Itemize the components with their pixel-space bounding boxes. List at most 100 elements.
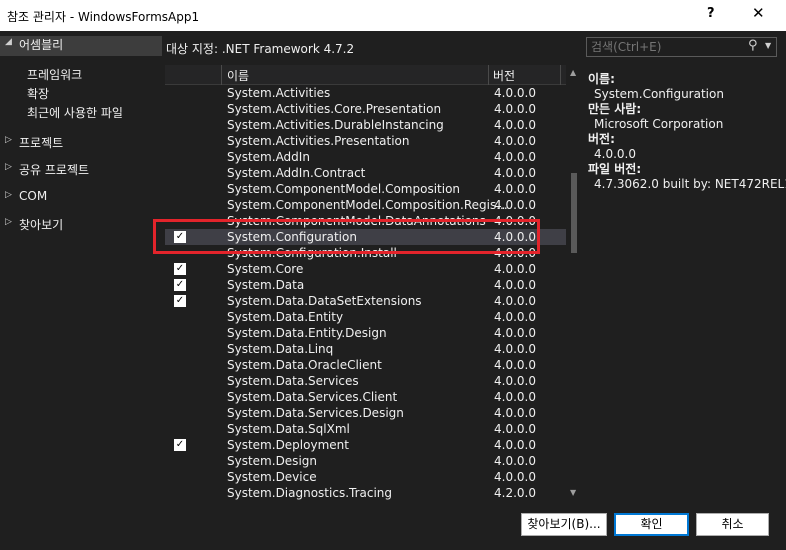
detail-version-value: 4.0.0.0 [594, 147, 636, 161]
reference-row[interactable]: System.AddIn.Contract 4.0.0.0 [165, 165, 566, 181]
search-box[interactable]: ⚲ ▼ [586, 37, 777, 57]
reference-version: 4.0.0.0 [494, 310, 536, 324]
nav-item-label: 프로젝트 [19, 136, 64, 150]
reference-version: 4.0.0.0 [494, 422, 536, 436]
collapsed-arrow-icon: ▷ [5, 217, 12, 227]
reference-version: 4.0.0.0 [494, 86, 536, 100]
reference-row[interactable]: ✓ System.Core 4.0.0.0 [165, 261, 566, 277]
reference-name: System.Data.Services [227, 374, 359, 388]
chevron-down-icon[interactable]: ▼ [765, 41, 771, 50]
include-checkbox[interactable]: ✓ [174, 295, 186, 307]
column-header-version[interactable]: 버전 [493, 67, 515, 84]
reference-version: 4.0.0.0 [494, 406, 536, 420]
reference-name: System.Data.Linq [227, 342, 334, 356]
list-scrollbar[interactable]: ▲ ▼ [566, 65, 582, 502]
scroll-thumb[interactable] [571, 173, 577, 253]
reference-list[interactable]: 이름 버전 System.Activities 4.0.0.0 System.Act… [165, 65, 566, 502]
reference-version: 4.0.0.0 [494, 326, 536, 340]
reference-row[interactable]: System.Diagnostics.Tracing 4.2.0.0 [165, 485, 566, 501]
reference-name: System.Activities.Core.Presentation [227, 102, 442, 116]
target-framework-label: 대상 지정: .NET Framework 4.7.2 [166, 42, 355, 56]
reference-row[interactable]: System.Activities.Presentation 4.0.0.0 [165, 133, 566, 149]
nav-item-label: 어셈블리 [19, 38, 64, 52]
nav-item-label: 찾아보기 [19, 218, 64, 232]
reference-row[interactable]: System.Data.Services 4.0.0.0 [165, 373, 566, 389]
reference-row[interactable]: System.Activities.DurableInstancing 4.0.0… [165, 117, 566, 133]
reference-row[interactable]: System.Data.Services.Client 4.0.0.0 [165, 389, 566, 405]
column-header-name[interactable]: 이름 [227, 67, 249, 84]
column-divider[interactable] [221, 65, 222, 85]
detail-file-version-label: 파일 버전: [588, 162, 642, 176]
reference-name: System.Data.SqlXml [227, 422, 350, 436]
reference-name: System.Device [227, 470, 317, 484]
reference-row[interactable]: ✓ System.Data 4.0.0.0 [165, 277, 566, 293]
expanded-arrow-icon: ◢ [5, 37, 12, 47]
reference-version: 4.0.0.0 [494, 342, 536, 356]
ok-button[interactable]: 확인 [614, 513, 689, 536]
reference-row[interactable]: System.Data.OracleClient 4.0.0.0 [165, 357, 566, 373]
reference-row[interactable]: System.Data.SqlXml 4.0.0.0 [165, 421, 566, 437]
detail-file-version-value: 4.7.3062.0 built by: NET472REL1 [594, 177, 786, 191]
reference-row[interactable]: ✓ System.Deployment 4.0.0.0 [165, 437, 566, 453]
cancel-button[interactable]: 취소 [696, 513, 769, 536]
collapsed-arrow-icon: ▷ [5, 162, 12, 172]
reference-row[interactable]: System.Design 4.0.0.0 [165, 453, 566, 469]
reference-version: 4.0.0.0 [494, 182, 536, 196]
close-button[interactable]: ✕ [752, 4, 765, 22]
detail-name-value: System.Configuration [594, 87, 724, 101]
reference-row[interactable]: System.ComponentModel.Composition.Regis.… [165, 197, 566, 213]
detail-author-value: Microsoft Corporation [594, 117, 724, 131]
scroll-down-icon[interactable]: ▼ [570, 488, 576, 497]
include-checkbox[interactable]: ✓ [174, 279, 186, 291]
reference-name: System.Activities [227, 86, 331, 100]
reference-version: 4.0.0.0 [494, 374, 536, 388]
reference-row[interactable]: System.ComponentModel.Composition 4.0.0.0 [165, 181, 566, 197]
nav-item-label: COM [19, 189, 48, 203]
include-checkbox[interactable]: ✓ [174, 263, 186, 275]
help-button[interactable]: ? [707, 6, 715, 21]
search-icon[interactable]: ⚲ [748, 38, 758, 53]
nav-item-extensions[interactable]: 확장 [27, 85, 49, 102]
reference-version: 4.0.0.0 [494, 198, 536, 212]
left-navigation: ◢ 어셈블리 프레임워크 확장 최근에 사용한 파일 ▷ 프로젝트 ▷ 공유 프… [0, 31, 162, 507]
nav-item-framework[interactable]: 프레임워크 [27, 66, 82, 83]
reference-version: 4.2.0.0 [494, 486, 536, 500]
reference-version: 4.0.0.0 [494, 294, 536, 308]
reference-row[interactable]: System.AddIn 4.0.0.0 [165, 149, 566, 165]
footer: 찾아보기(B)... 확인 취소 [0, 507, 786, 550]
reference-row[interactable]: ✓ System.Data.DataSetExtensions 4.0.0.0 [165, 293, 566, 309]
reference-version: 4.0.0.0 [494, 358, 536, 372]
reference-name: System.Activities.DurableInstancing [227, 118, 444, 132]
list-header: 이름 버전 [165, 65, 566, 85]
reference-name: System.Data.OracleClient [227, 358, 382, 372]
collapsed-arrow-icon: ▷ [5, 190, 12, 200]
reference-version: 4.0.0.0 [494, 438, 536, 452]
detail-author-label: 만든 사람: [588, 102, 642, 116]
reference-row[interactable]: System.Data.Linq 4.0.0.0 [165, 341, 566, 357]
reference-version: 4.0.0.0 [494, 166, 536, 180]
reference-name: System.Data [227, 278, 305, 292]
reference-row[interactable]: System.Data.Entity.Design 4.0.0.0 [165, 325, 566, 341]
detail-version-label: 버전: [588, 132, 615, 146]
collapsed-arrow-icon: ▷ [5, 135, 12, 145]
include-checkbox[interactable]: ✓ [174, 439, 186, 451]
reference-name: System.Data.Services.Client [227, 390, 398, 404]
nav-item-assembly[interactable]: ◢ 어셈블리 [0, 36, 162, 56]
reference-version: 4.0.0.0 [494, 454, 536, 468]
reference-name: System.Diagnostics.Tracing [227, 486, 393, 500]
reference-row[interactable]: System.Data.Entity 4.0.0.0 [165, 309, 566, 325]
reference-row[interactable]: System.Activities.Core.Presentation 4.0.0… [165, 101, 566, 117]
reference-name: System.Core [227, 262, 304, 276]
detail-name-label: 이름: [588, 72, 615, 86]
browse-button[interactable]: 찾아보기(B)... [521, 513, 607, 536]
scroll-up-icon[interactable]: ▲ [570, 68, 576, 77]
reference-row[interactable]: System.Device 4.0.0.0 [165, 469, 566, 485]
reference-row[interactable]: System.Activities 4.0.0.0 [165, 85, 566, 101]
search-input[interactable] [591, 39, 741, 55]
highlight-box [153, 219, 540, 254]
window-title: 참조 관리자 - WindowsFormsApp1 [7, 10, 200, 24]
column-divider[interactable] [560, 65, 561, 85]
column-divider[interactable] [488, 65, 489, 85]
nav-item-recent[interactable]: 최근에 사용한 파일 [27, 104, 123, 121]
reference-row[interactable]: System.Data.Services.Design 4.0.0.0 [165, 405, 566, 421]
